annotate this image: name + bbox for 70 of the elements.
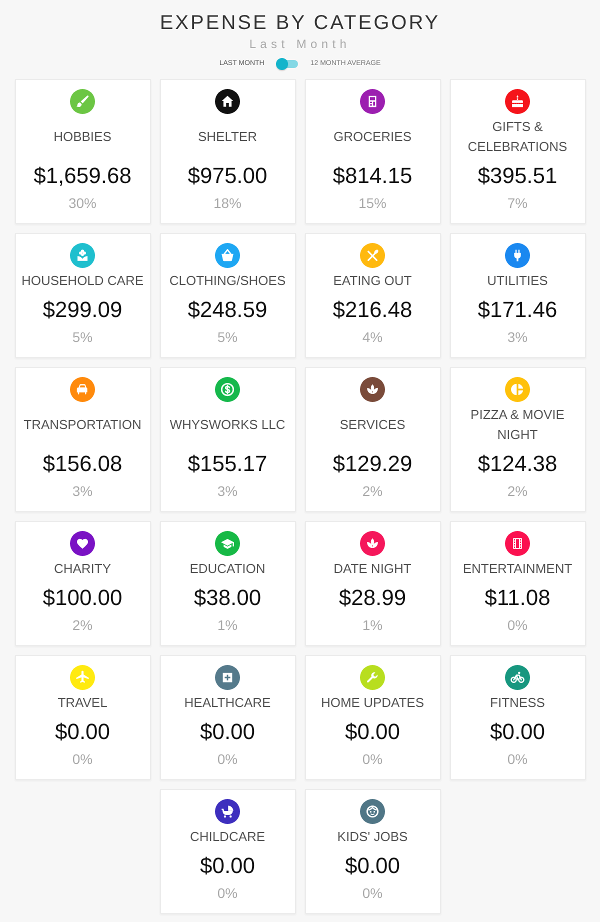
category-name: DATE NIGHT — [334, 560, 412, 578]
category-percent: 7% — [507, 194, 528, 212]
category-name: HOME UPDATES — [320, 694, 424, 712]
category-amount: $38.00 — [194, 584, 262, 612]
category-amount: $124.38 — [478, 450, 558, 478]
category-amount: $0.00 — [54, 718, 110, 746]
category-amount: $0.00 — [490, 718, 546, 746]
category-amount: $100.00 — [42, 584, 122, 612]
category-amount: $0.00 — [200, 718, 256, 746]
category-name: GROCERIES — [333, 128, 412, 146]
category-name: EATING OUT — [333, 272, 412, 290]
category-name: CHILDCARE — [190, 828, 266, 846]
category-name: SHELTER — [198, 128, 257, 146]
category-percent: 0% — [217, 750, 238, 768]
category-percent: 2% — [72, 616, 93, 634]
category-percent: 3% — [217, 482, 238, 500]
category-name: GIFTS & CELEBRATIONS — [466, 118, 568, 156]
category-name: WHYSWORKS LLC — [170, 416, 286, 434]
category-amount: $156.08 — [42, 450, 122, 478]
category-percent: 30% — [68, 194, 97, 212]
category-percent: 0% — [217, 884, 238, 902]
category-name: FITNESS — [490, 694, 545, 712]
category-name: PIZZA & MOVIE NIGHT — [470, 406, 566, 444]
category-amount: $0.00 — [344, 718, 400, 746]
category-amount: $248.59 — [188, 296, 268, 324]
category-percent: 3% — [507, 328, 528, 346]
category-amount: $129.29 — [332, 450, 412, 478]
category-name: UTILITIES — [487, 272, 548, 290]
category-amount: $814.15 — [332, 162, 412, 190]
switch-knob[interactable] — [276, 58, 288, 70]
category-amount: $11.08 — [484, 584, 550, 612]
category-name: ENTERTAINMENT — [462, 560, 572, 578]
page-title: EXPENSE BY CATEGORY — [158, 11, 442, 35]
category-percent: 0% — [362, 884, 383, 902]
category-name: CLOTHING/SHOES — [169, 272, 286, 290]
category-percent: 3% — [72, 482, 93, 500]
category-percent: 0% — [72, 750, 93, 768]
category-amount: $395.51 — [478, 162, 558, 190]
category-name: TRAVEL — [58, 694, 108, 712]
category-percent: 1% — [217, 616, 238, 634]
period-switch[interactable] — [276, 58, 298, 70]
category-name: TRANSPORTATION — [24, 416, 142, 434]
category-amount: $975.00 — [188, 162, 268, 190]
category-percent: 4% — [362, 328, 383, 346]
category-name: HOBBIES — [54, 128, 112, 146]
category-amount: $155.17 — [188, 450, 268, 478]
category-amount: $0.00 — [344, 852, 400, 880]
category-name: HEALTHCARE — [184, 694, 271, 712]
category-name: KIDS' JOBS — [337, 828, 408, 846]
category-percent: 18% — [213, 194, 242, 212]
category-name: HOUSEHOLD CARE — [21, 272, 144, 290]
category-percent: 5% — [217, 328, 238, 346]
category-amount: $171.46 — [478, 296, 558, 324]
category-percent: 15% — [358, 194, 387, 212]
category-amount: $216.48 — [332, 296, 412, 324]
category-percent: 1% — [362, 616, 383, 634]
category-name: SERVICES — [340, 416, 406, 434]
category-amount: $0.00 — [200, 852, 256, 880]
category-amount: $299.09 — [42, 296, 122, 324]
category-percent: 0% — [362, 750, 383, 768]
category-name: EDUCATION — [190, 560, 266, 578]
category-amount: $28.99 — [338, 584, 406, 612]
category-percent: 2% — [362, 482, 383, 500]
category-amount: $1,659.68 — [34, 162, 132, 190]
category-percent: 0% — [507, 616, 528, 634]
page-subtitle: Last Month — [248, 37, 352, 51]
category-name: CHARITY — [54, 560, 112, 578]
category-percent: 5% — [72, 328, 93, 346]
category-percent: 0% — [507, 750, 528, 768]
category-percent: 2% — [507, 482, 528, 500]
